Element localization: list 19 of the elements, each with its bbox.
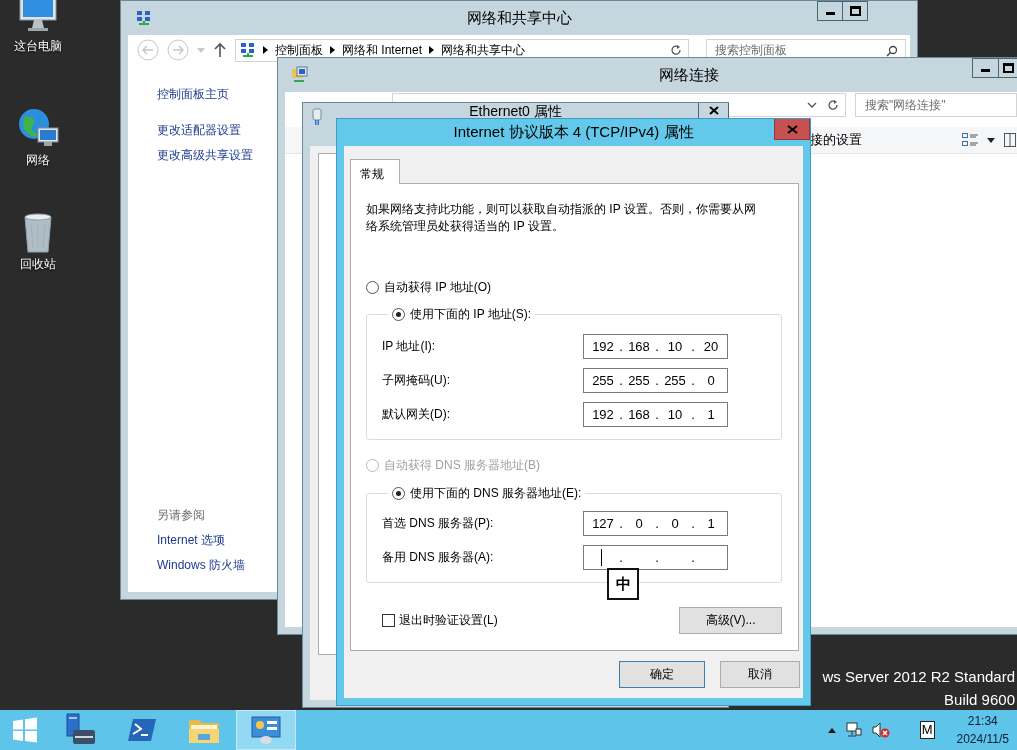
- description-text: 如果网络支持此功能，则可以获取自动指派的 IP 设置。否则，你需要从网络系统管理员处获得适当的 IP 设置。: [366, 201, 757, 235]
- checkbox-label: 退出时验证设置(L): [399, 612, 498, 629]
- radio-label: 使用下面的 IP 地址(S):: [410, 305, 532, 323]
- dialog-title: Internet 协议版本 4 (TCP/IPv4) 属性: [453, 122, 694, 142]
- see-also-heading: 另请参阅: [157, 507, 205, 524]
- field-label: 备用 DNS 服务器(A):: [382, 548, 495, 566]
- window-title: 网络连接: [658, 65, 719, 85]
- window-title: 网络和共享中心: [466, 8, 572, 28]
- field-label: 默认网关(D):: [382, 405, 451, 423]
- edition-watermark-text: Build 9600: [944, 690, 1015, 710]
- radio-label: 自动获得 IP 地址(O): [384, 278, 492, 296]
- field-label: 子网掩码(U):: [382, 371, 451, 389]
- edition-watermark-text: ws Server 2012 R2 Standard: [822, 667, 1015, 687]
- window-title: Ethernet0 属性: [469, 103, 562, 119]
- radio-label: 自动获得 DNS 服务器地址(B): [384, 456, 540, 474]
- radio-label: 使用下面的 DNS 服务器地址(E):: [410, 484, 582, 502]
- field-label: IP 地址(I):: [382, 337, 437, 355]
- field-label: 首选 DNS 服务器(P):: [382, 514, 495, 532]
- ime-indicator: 中: [607, 568, 639, 600]
